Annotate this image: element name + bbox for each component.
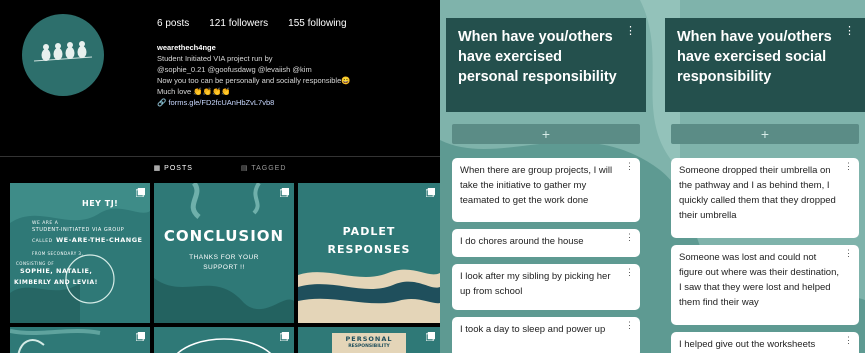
card-text: Someone was lost and could not figure ou… (679, 252, 840, 308)
multi-photo-icon (426, 188, 435, 197)
avatar[interactable] (22, 14, 104, 96)
posts-grid: HEY TJ! WE ARE A STUDENT-INITIATED VIA G… (10, 183, 440, 353)
link-icon: 🔗 (157, 98, 167, 107)
more-options-icon[interactable]: ⋮ (625, 321, 634, 330)
padlet-card[interactable]: I do chores around the house ⋮ (452, 229, 640, 257)
tab-posts[interactable]: ▦ POSTS (154, 164, 193, 172)
post-title: RESPONSIBILITY (348, 344, 390, 349)
column-title: When have you/others have exercised pers… (458, 29, 617, 85)
bio-line: Much love 👏👏👏👏 (157, 87, 231, 96)
followers-count[interactable]: 121 followers (209, 18, 268, 29)
grid-icon: ▦ (153, 165, 162, 172)
post-text: KIMBERLY AND LEVIA! (14, 279, 98, 286)
more-options-icon[interactable]: ⋮ (844, 162, 853, 171)
post-decoration (177, 338, 271, 353)
multi-photo-icon (136, 332, 145, 341)
tag-icon: ▤ (240, 165, 249, 172)
post-padlet-responses[interactable]: PADLET RESPONSES (298, 183, 440, 323)
card-text: I look after my sibling by picking her u… (460, 271, 611, 297)
column-title: When have you/others have exercised soci… (677, 29, 832, 85)
padlet-card[interactable]: Someone dropped their umbrella on the pa… (671, 158, 859, 238)
column-header[interactable]: When have you/others have exercised pers… (446, 18, 646, 112)
padlet-card[interactable]: I look after my sibling by picking her u… (452, 264, 640, 310)
padlet-card[interactable]: Someone was lost and could not figure ou… (671, 245, 859, 325)
more-options-icon[interactable]: ⋮ (625, 233, 634, 242)
padlet-card[interactable]: When there are group projects, I will ta… (452, 158, 640, 222)
post-thumbnail[interactable] (10, 327, 150, 353)
post-text: WE-ARE-THE-CHANGE (56, 236, 143, 244)
bio-link[interactable]: forms.gle/FD2fcUAnHbZvL7vb8 (168, 98, 274, 107)
tab-posts-label: POSTS (164, 165, 193, 172)
more-options-icon[interactable]: ⋮ (625, 26, 636, 37)
post-thumbnail[interactable] (154, 327, 294, 353)
post-title: PADLET (342, 225, 396, 238)
padlet-card[interactable]: I took a day to sleep and power up ⋮ (452, 317, 640, 353)
column-header[interactable]: When have you/others have exercised soci… (665, 18, 865, 112)
card-text: I do chores around the house (460, 236, 584, 247)
card-text: I took a day to sleep and power up (460, 324, 606, 335)
card-text: When there are group projects, I will ta… (460, 165, 613, 206)
more-options-icon[interactable]: ⋮ (625, 268, 634, 277)
post-subtitle: THANKS FOR YOUR (189, 254, 259, 261)
tab-tagged[interactable]: ▤ TAGGED (241, 164, 287, 172)
post-text: CALLED (32, 239, 53, 244)
more-options-icon[interactable]: ⋮ (844, 336, 853, 345)
padlet-board: When have you/others have exercised pers… (440, 0, 865, 353)
username: wearethech4nge (157, 43, 216, 52)
more-options-icon[interactable]: ⋮ (844, 26, 855, 37)
posts-count[interactable]: 6 posts (157, 18, 189, 29)
padlet-card[interactable]: I helped give out the worksheets ⋮ (671, 332, 859, 353)
post-text: FROM SECONDARY 3, (32, 251, 84, 256)
bio-link-row[interactable]: 🔗 forms.gle/FD2fcUAnHbZvL7vb8 (157, 97, 427, 108)
profile-bio: wearethech4nge Student Initiated VIA pro… (157, 42, 427, 108)
card-text: Someone dropped their umbrella on the pa… (679, 165, 836, 221)
profile-stats: 6 posts 121 followers 155 following (157, 18, 347, 29)
following-count[interactable]: 155 following (288, 18, 346, 29)
post-decoration (10, 329, 101, 353)
multi-photo-icon (280, 332, 289, 341)
multi-photo-icon (136, 188, 145, 197)
post-title: RESPONSES (327, 243, 411, 256)
post-title: CONCLUSION (163, 227, 285, 245)
add-post-button[interactable]: + (452, 124, 640, 144)
bio-line: Now you too can be personally and social… (157, 76, 351, 85)
post-title: HEY TJ! (82, 199, 119, 208)
post-text: SOPHIE, NATALIE, (20, 267, 93, 275)
instagram-profile-panel: 6 posts 121 followers 155 following wear… (0, 0, 440, 353)
add-post-button[interactable]: + (671, 124, 859, 144)
tab-tagged-label: TAGGED (251, 165, 287, 172)
post-conclusion[interactable]: CONCLUSION THANKS FOR YOUR SUPPORT !! (154, 183, 294, 323)
more-options-icon[interactable]: ⋮ (844, 249, 853, 258)
bio-line: Student Initiated VIA project run by (157, 54, 273, 63)
multi-photo-icon (280, 188, 289, 197)
post-personal-responsibility[interactable]: PERSONAL RESPONSIBILITY (298, 327, 440, 353)
bio-line: @sophie_0.21 @goofusdawg @levaiish @kim (157, 65, 312, 74)
post-title: PERSONAL (345, 335, 393, 343)
profile-tabs: ▦ POSTS ▤ TAGGED (0, 156, 440, 179)
post-subtitle: SUPPORT !! (203, 264, 245, 271)
more-options-icon[interactable]: ⋮ (625, 162, 634, 171)
card-text: I helped give out the worksheets (679, 339, 816, 350)
post-intro[interactable]: HEY TJ! WE ARE A STUDENT-INITIATED VIA G… (10, 183, 150, 323)
birds-on-wire-icon (33, 41, 93, 62)
post-text: STUDENT-INITIATED VIA GROUP (32, 227, 125, 233)
